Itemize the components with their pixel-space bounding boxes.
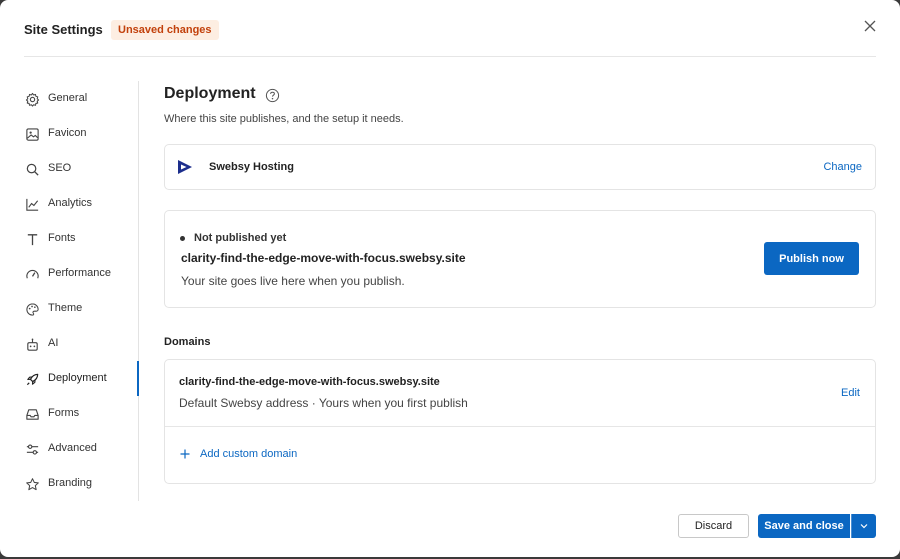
- sidebar-item-analytics[interactable]: Analytics: [0, 186, 139, 221]
- hosting-name: Swebsy Hosting: [209, 161, 294, 173]
- gear-icon: [24, 91, 40, 107]
- status-dot-icon: [180, 235, 185, 241]
- save-and-close-button[interactable]: Save and close: [758, 514, 850, 538]
- sidebar-item-label: Performance: [48, 267, 111, 279]
- sidebar-item-favicon[interactable]: Favicon: [0, 116, 139, 151]
- publish-card: Not published yet clarity-find-the-edge-…: [164, 210, 876, 308]
- modal-header: Site Settings Unsaved changes: [24, 0, 876, 57]
- sidebar-item-label: Favicon: [48, 127, 87, 139]
- image-icon: [24, 126, 40, 142]
- save-options-dropdown[interactable]: [851, 514, 876, 538]
- help-icon[interactable]: [265, 88, 280, 103]
- sidebar-item-label: AI: [48, 337, 59, 349]
- default-domain-description: Default Swebsy address · Yours when you …: [179, 396, 468, 410]
- sidebar-item-seo[interactable]: SEO: [0, 151, 139, 186]
- sidebar-item-performance[interactable]: Performance: [0, 256, 139, 291]
- sidebar-item-label: Deployment: [48, 372, 107, 384]
- domains-heading: Domains: [164, 336, 211, 348]
- publish-status-label: Not published yet: [194, 232, 287, 244]
- sidebar-item-label: Theme: [48, 302, 83, 314]
- discard-button[interactable]: Discard: [678, 514, 749, 538]
- hosting-card: Swebsy Hosting Change: [164, 144, 876, 190]
- sidebar-item-label: General: [48, 92, 88, 104]
- domains-card: clarity-find-the-edge-move-with-focus.sw…: [164, 359, 876, 484]
- plus-icon: [180, 449, 190, 459]
- sidebar-item-fonts[interactable]: Fonts: [0, 221, 139, 256]
- close-button[interactable]: [860, 16, 880, 36]
- rocket-icon: [24, 371, 40, 387]
- sidebar-item-deployment[interactable]: Deployment: [0, 361, 139, 396]
- robot-icon: [24, 336, 40, 352]
- text-icon: [24, 231, 40, 247]
- sidebar-item-label: Branding: [48, 477, 93, 489]
- sliders-icon: [24, 441, 40, 457]
- settings-sidebar: General Favicon SEO Analytics Fonts Perf…: [0, 81, 139, 501]
- sidebar-item-label: Forms: [48, 407, 80, 419]
- search-icon: [24, 161, 40, 177]
- close-icon: [864, 20, 876, 32]
- chevron-down-icon: [860, 524, 868, 529]
- sidebar-item-branding[interactable]: Branding: [0, 466, 139, 501]
- sidebar-item-label: Fonts: [48, 232, 76, 244]
- edit-domain-link[interactable]: Edit: [841, 387, 860, 399]
- line-chart-icon: [24, 196, 40, 212]
- swebsy-logo-icon: [177, 159, 193, 180]
- sidebar-item-label: Advanced: [48, 442, 97, 454]
- sidebar-item-forms[interactable]: Forms: [0, 396, 139, 431]
- sidebar-item-label: SEO: [48, 162, 72, 174]
- sidebar-item-advanced[interactable]: Advanced: [0, 431, 139, 466]
- site-settings-modal: Site Settings Unsaved changes General Fa…: [0, 0, 900, 557]
- unsaved-changes-badge: Unsaved changes: [111, 20, 219, 40]
- modal-title: Site Settings: [24, 22, 103, 37]
- inbox-icon: [24, 406, 40, 422]
- gauge-icon: [24, 266, 40, 282]
- page-title: Deployment: [164, 85, 256, 102]
- page-subtitle: Where this site publishes, and the setup…: [164, 113, 404, 125]
- sidebar-item-general[interactable]: General: [0, 81, 139, 116]
- publish-now-button[interactable]: Publish now: [764, 242, 859, 275]
- publish-status: Not published yet: [180, 232, 286, 244]
- star-icon: [24, 476, 40, 492]
- default-domain-url: clarity-find-the-edge-move-with-focus.sw…: [179, 376, 440, 388]
- add-custom-domain-button[interactable]: Add custom domain: [179, 448, 297, 460]
- divider: [165, 426, 875, 427]
- add-custom-domain-label: Add custom domain: [200, 448, 298, 460]
- sidebar-item-ai[interactable]: AI: [0, 326, 139, 361]
- site-url: clarity-find-the-edge-move-with-focus.sw…: [181, 251, 466, 265]
- sidebar-item-theme[interactable]: Theme: [0, 291, 139, 326]
- palette-icon: [24, 301, 40, 317]
- change-hosting-link[interactable]: Change: [823, 161, 862, 173]
- modal-footer: Discard Save and close: [656, 514, 876, 538]
- publish-note: Your site goes live here when you publis…: [181, 274, 405, 288]
- sidebar-item-label: Analytics: [48, 197, 93, 209]
